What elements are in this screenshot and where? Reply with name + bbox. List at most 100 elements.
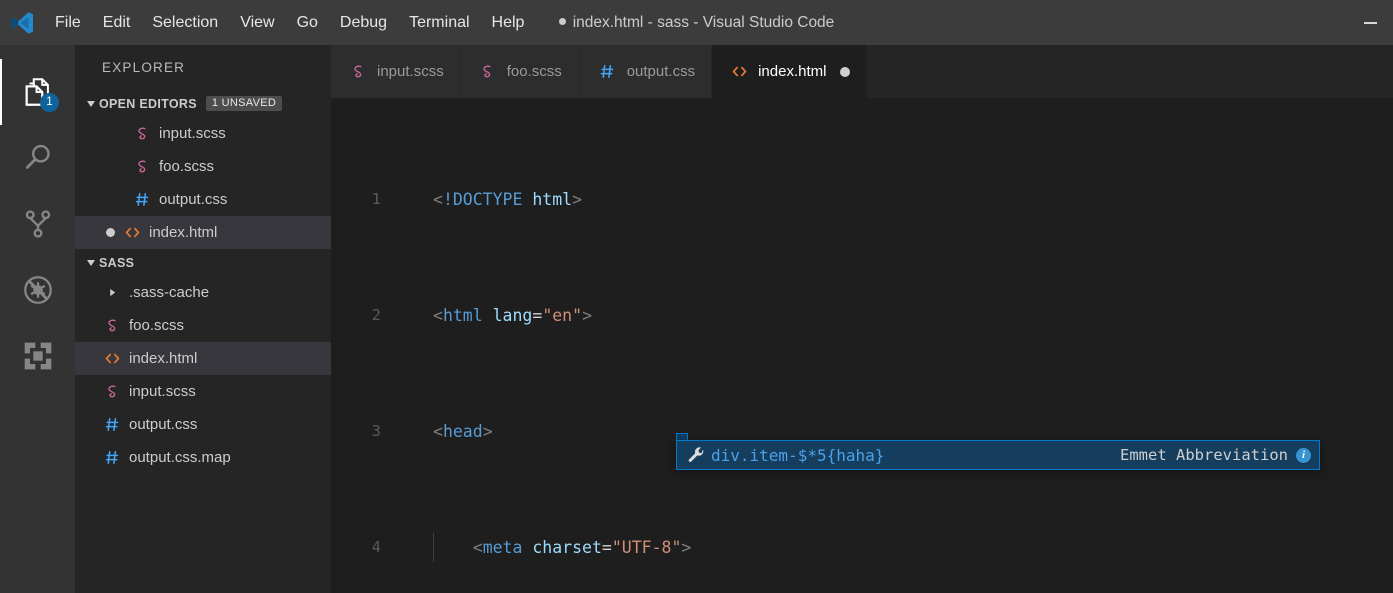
chevron-down-icon xyxy=(83,255,99,271)
html-icon xyxy=(121,223,143,242)
tab-label: input.scss xyxy=(377,63,444,80)
menu-go[interactable]: Go xyxy=(286,0,329,45)
chevron-down-icon xyxy=(83,96,99,112)
activity-extensions[interactable] xyxy=(0,323,75,389)
line-content: <!DOCTYPE html> xyxy=(433,190,583,209)
open-editor-label: input.scss xyxy=(159,125,226,142)
menu-help[interactable]: Help xyxy=(481,0,536,45)
suggest-abbreviation: div.item-$*5{haha} xyxy=(711,445,885,465)
sass-icon xyxy=(477,63,499,80)
tree-item-label: output.css xyxy=(129,416,198,433)
window-controls[interactable] xyxy=(1347,0,1393,45)
open-editor-output-css[interactable]: output.css xyxy=(75,183,331,216)
menu-terminal[interactable]: Terminal xyxy=(398,0,480,45)
wrench-icon xyxy=(685,446,707,465)
editor-group: input.scss foo.scss output.css index.htm… xyxy=(331,45,1393,593)
html-icon xyxy=(728,62,750,81)
minimize-icon xyxy=(1363,21,1377,24)
line-content: <meta charset="UTF-8"> xyxy=(403,533,691,562)
info-icon[interactable]: i xyxy=(1296,447,1311,463)
tab-output-css[interactable]: output.css xyxy=(580,45,713,98)
code-content: 1 <!DOCTYPE html> 2 <html lang="en"> 3 <… xyxy=(331,98,1393,593)
line-number: 1 xyxy=(371,190,381,208)
tree-item-foo-scss[interactable]: foo.scss xyxy=(75,309,331,342)
tab-bar: input.scss foo.scss output.css index.htm… xyxy=(331,45,1393,98)
open-editor-input-scss[interactable]: input.scss xyxy=(75,117,331,150)
file-tree: .sass-cache foo.scss index.html input.sc… xyxy=(75,276,331,474)
suggest-type-label: Emmet Abbreviation xyxy=(1120,446,1288,464)
css-icon xyxy=(101,416,123,433)
activity-explorer[interactable]: 1 xyxy=(0,59,75,125)
unsaved-count-badge: 1 UNSAVED xyxy=(205,96,283,111)
debug-no-entry-icon xyxy=(23,276,52,304)
open-editor-label: index.html xyxy=(149,224,218,241)
tree-item-label: index.html xyxy=(129,350,198,367)
tab-foo-scss[interactable]: foo.scss xyxy=(460,45,581,98)
open-editor-foo-scss[interactable]: foo.scss xyxy=(75,150,331,183)
line-content: <head> xyxy=(433,422,493,441)
sass-icon xyxy=(101,317,123,334)
tree-item-label: foo.scss xyxy=(129,317,185,334)
source-control-branch-icon xyxy=(25,210,50,238)
code-line: 2 <html lang="en"> xyxy=(331,301,1393,330)
emmet-suggest-widget[interactable]: div.item-$*5{haha} Emmet Abbreviation i xyxy=(676,440,1320,470)
open-editors-list: input.scss foo.scss output.css index.htm… xyxy=(75,117,331,249)
menu-selection[interactable]: Selection xyxy=(141,0,229,45)
code-editor[interactable]: 1 <!DOCTYPE html> 2 <html lang="en"> 3 <… xyxy=(331,98,1393,593)
tree-item-sass-cache[interactable]: .sass-cache xyxy=(75,276,331,309)
tab-label: index.html xyxy=(758,63,827,80)
tree-item-index-html[interactable]: index.html xyxy=(75,342,331,375)
vscode-logo-icon xyxy=(0,0,44,45)
tree-item-label: input.scss xyxy=(129,383,196,400)
section-workspace-sass[interactable]: SASS xyxy=(75,249,331,276)
line-number: 2 xyxy=(371,306,381,324)
sass-icon xyxy=(131,125,153,142)
activity-source-control[interactable] xyxy=(0,191,75,257)
open-editors-label: OPEN EDITORS xyxy=(99,96,197,111)
sass-icon xyxy=(347,63,369,80)
menu-edit[interactable]: Edit xyxy=(92,0,142,45)
search-icon xyxy=(25,144,50,169)
suggest-meta: Emmet Abbreviation i xyxy=(1120,446,1311,464)
tree-item-output-css[interactable]: output.css xyxy=(75,408,331,441)
explorer-badge: 1 xyxy=(40,93,59,112)
dirty-slot xyxy=(99,228,121,237)
sass-icon xyxy=(101,383,123,400)
css-icon xyxy=(131,191,153,208)
window-title-text: index.html - sass - Visual Studio Code xyxy=(572,14,835,31)
code-line: 1 <!DOCTYPE html> xyxy=(331,185,1393,214)
extensions-icon xyxy=(24,342,51,370)
tab-input-scss[interactable]: input.scss xyxy=(331,45,461,98)
section-open-editors[interactable]: OPEN EDITORS 1 UNSAVED xyxy=(75,90,331,117)
open-editor-label: output.css xyxy=(159,191,228,208)
activity-debug[interactable] xyxy=(0,257,75,323)
menu-debug[interactable]: Debug xyxy=(329,0,398,45)
tab-dirty-icon[interactable] xyxy=(840,66,851,77)
workspace-label: SASS xyxy=(99,255,135,270)
activity-search[interactable] xyxy=(0,125,75,191)
css-icon xyxy=(597,63,619,80)
minimize-button[interactable] xyxy=(1347,0,1393,45)
menu-bar[interactable]: File Edit Selection View Go Debug Termin… xyxy=(44,0,535,45)
html-icon xyxy=(101,349,123,368)
menu-view[interactable]: View xyxy=(229,0,285,45)
activity-bar: 1 xyxy=(0,45,75,593)
css-icon xyxy=(101,449,123,466)
chevron-right-icon xyxy=(101,288,123,297)
tree-item-label: output.css.map xyxy=(129,449,231,466)
code-line: 4 <meta charset="UTF-8"> xyxy=(331,533,1393,562)
workbench-body: 1 EXPLORER OPEN EDITORS 1 UNSAVED input.… xyxy=(0,45,1393,593)
sidebar-explorer: EXPLORER OPEN EDITORS 1 UNSAVED input.sc… xyxy=(75,45,331,593)
tree-item-label: .sass-cache xyxy=(129,284,210,301)
tab-label: output.css xyxy=(626,63,696,80)
open-editor-index-html[interactable]: index.html xyxy=(75,216,331,249)
open-editor-label: foo.scss xyxy=(159,158,215,175)
tree-item-output-css-map[interactable]: output.css.map xyxy=(75,441,331,474)
tree-item-input-scss[interactable]: input.scss xyxy=(75,375,331,408)
sass-icon xyxy=(131,158,153,175)
line-number: 3 xyxy=(371,422,381,440)
title-bar: File Edit Selection View Go Debug Termin… xyxy=(0,0,1393,45)
tab-index-html[interactable]: index.html xyxy=(712,45,868,98)
menu-file[interactable]: File xyxy=(44,0,92,45)
line-content: <html lang="en"> xyxy=(433,306,592,325)
